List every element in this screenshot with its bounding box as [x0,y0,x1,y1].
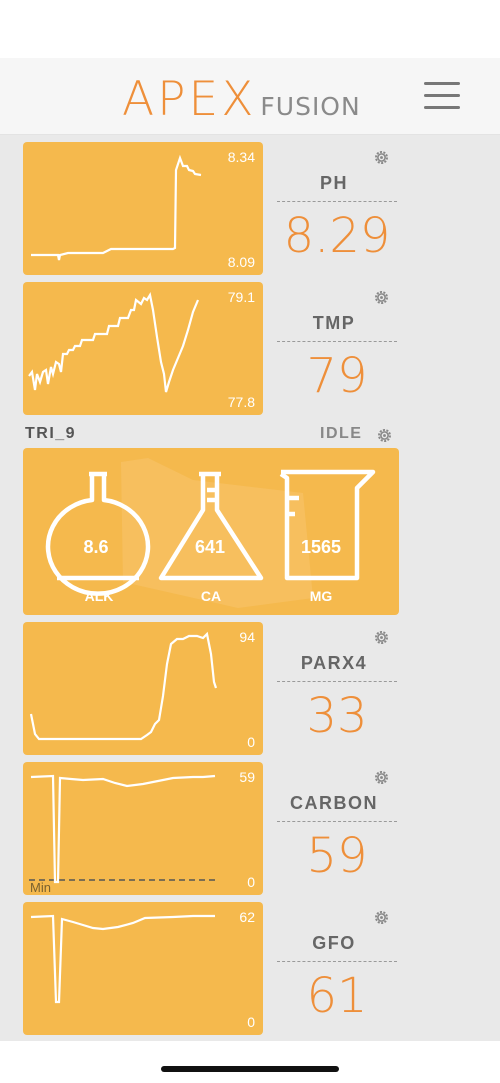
gfo-label: GFO [312,933,356,953]
alk-label: ALK [84,588,114,604]
alk-value: 8.6 [83,537,109,557]
dashboard-content: 8.34 8.09 PH 8.29 79.1 77.8 TMP 79 TRI_9… [0,135,500,1041]
gfo-graph-max: 62 [239,909,255,925]
status-bar [0,0,500,58]
divider [277,341,397,342]
divider [277,961,397,962]
gear-icon[interactable] [372,288,391,307]
carbon-min-note: Min [30,880,51,895]
app-header: APEX FUSION [0,58,500,135]
app-screen: APEX FUSION 8.34 8.09 PH 8.29 79.1 77.8 … [0,0,500,1083]
logo-apex-text: APEX [122,72,257,127]
ph-graph-card[interactable]: 8.34 8.09 [23,142,263,275]
mg-label: MG [309,588,333,604]
mg-value: 1565 [300,537,342,557]
gear-icon[interactable] [372,908,391,927]
parx4-stat: PARX4 33 [272,622,402,755]
logo-fusion-text: FUSION [260,92,361,121]
trident-status: IDLE [320,425,363,442]
divider [277,821,397,822]
ca-label: CA [200,588,222,604]
tmp-value: 79 [306,348,368,404]
trident-name: TRI_9 [25,425,77,442]
ph-graph-max: 8.34 [227,149,255,165]
apex-fusion-logo: APEX FUSION [122,71,361,123]
trident-card[interactable]: 8.6 641 1565 ALK CA MG [23,448,399,615]
parx4-graph-card[interactable]: 94 0 [23,622,263,755]
home-indicator[interactable] [161,1066,339,1072]
tmp-stat: TMP 79 [272,282,402,415]
gfo-stat: GFO 61 [272,902,402,1035]
gear-icon[interactable] [372,628,391,647]
carbon-label: CARBON [290,793,378,813]
parx4-label: PARX4 [300,653,368,673]
divider [277,681,397,682]
gfo-graph-card[interactable]: 62 0 [23,902,263,1035]
carbon-graph-card[interactable]: Min 59 0 [23,762,263,895]
gear-icon[interactable] [375,426,394,445]
ph-label: PH [319,173,348,193]
tmp-graph-max: 79.1 [227,289,255,305]
gear-icon[interactable] [372,148,391,167]
parx4-graph-max: 94 [239,629,255,645]
ph-graph-min: 8.09 [227,254,255,270]
carbon-graph-line [29,774,218,884]
gfo-graph-line [30,914,215,1004]
tmp-label: TMP [312,313,356,333]
carbon-stat: CARBON 59 [272,762,402,895]
ca-value: 641 [194,537,226,557]
gfo-value: 61 [306,968,368,1024]
ph-stat: PH 8.29 [272,142,402,275]
carbon-graph-max: 59 [239,769,255,785]
gear-icon[interactable] [372,768,391,787]
parx4-graph-line [29,631,218,741]
hamburger-menu-icon[interactable] [424,82,460,112]
parx4-value: 33 [306,688,368,744]
carbon-value: 59 [306,828,368,884]
divider [277,201,397,202]
carbon-graph-min: 0 [247,874,255,890]
gfo-graph-min: 0 [247,1014,255,1030]
tmp-graph-min: 77.8 [227,394,255,410]
ph-value: 8.29 [283,208,391,264]
parx4-graph-min: 0 [247,734,255,750]
tmp-graph-card[interactable]: 79.1 77.8 [23,282,263,415]
